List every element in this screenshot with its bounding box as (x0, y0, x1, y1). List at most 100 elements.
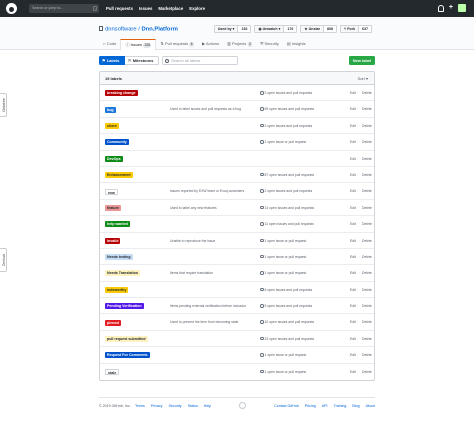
star-count[interactable]: 808 (324, 25, 338, 33)
label-open-count-link[interactable]: 3 open issues and pull requests (260, 85, 312, 101)
footer-link-contact[interactable]: Contact GitHub (274, 404, 299, 408)
label-open-count-link[interactable]: 11 open issues and pull requests (260, 216, 314, 232)
tab-security[interactable]: ⛨ Security (256, 39, 283, 50)
edit-label-button[interactable]: Edit (350, 298, 356, 314)
edit-label-button[interactable]: Edit (350, 314, 356, 330)
footer-link-security[interactable]: Security (169, 404, 182, 408)
delete-label-button[interactable]: Delete (362, 118, 372, 134)
label-badge[interactable]: DevOps (105, 155, 123, 162)
label-badge[interactable]: Community (105, 139, 129, 146)
delete-label-button[interactable]: Delete (362, 265, 372, 281)
label-open-count-link[interactable]: 1 open issue or pull request (260, 347, 306, 363)
tab-actions[interactable]: ▶ Actions (198, 39, 223, 50)
edit-label-button[interactable]: Edit (350, 200, 356, 216)
label-badge[interactable]: noteworthy (105, 286, 129, 293)
footer-link-training[interactable]: Training (334, 404, 347, 408)
label-open-count-link[interactable]: 3 open issues and pull requests (260, 118, 312, 134)
create-new-plus-icon[interactable]: + (449, 4, 453, 12)
delete-label-button[interactable]: Delete (362, 85, 372, 101)
label-open-count-link[interactable]: 2 open issues and pull requests (260, 183, 312, 199)
delete-label-button[interactable]: Delete (362, 167, 372, 183)
label-badge[interactable]: Needs Translation (105, 270, 140, 277)
tab-code[interactable]: ‹› Code (99, 39, 120, 50)
label-open-count-link[interactable]: 65 open issues and pull requests (260, 101, 314, 117)
edit-label-button[interactable]: Edit (350, 249, 356, 265)
delete-label-button[interactable]: Delete (362, 298, 372, 314)
footer-link-status[interactable]: Status (188, 404, 198, 408)
delete-label-button[interactable]: Delete (362, 216, 372, 232)
repo-name-link[interactable]: Dnn.Platform (141, 27, 177, 33)
label-open-count-link[interactable]: 1 open issue or pull request (260, 249, 306, 265)
delete-label-button[interactable]: Delete (362, 200, 372, 216)
label-open-count-link[interactable]: 5 open issues and pull requests (260, 298, 312, 314)
repo-owner-link[interactable]: dnnsoftware (105, 27, 137, 33)
label-open-count-link[interactable]: 10 open issues and pull requests (260, 314, 314, 330)
milestones-button[interactable]: ⚐ Milestones (125, 56, 159, 65)
tab-insights[interactable]: ▤ Insights (283, 39, 310, 50)
footer-link-privacy[interactable]: Privacy (151, 404, 163, 408)
github-mark-icon[interactable] (239, 402, 246, 409)
nav-pull-requests[interactable]: Pull requests (106, 6, 133, 11)
label-badge[interactable]: Needs testing (105, 254, 133, 261)
unwatch-button[interactable]: ◉ Unwatch ▾ (254, 25, 285, 33)
delete-label-button[interactable]: Delete (362, 134, 372, 150)
tab-pull-requests[interactable]: ⇅ Pull requests 6 (156, 39, 198, 50)
label-badge[interactable]: help wanted (105, 221, 130, 228)
label-badge[interactable]: bug (105, 106, 116, 113)
label-badge[interactable]: pinned (105, 319, 121, 326)
edit-label-button[interactable]: Edit (350, 151, 356, 167)
used-by-button[interactable]: Used by ▾ (213, 25, 239, 33)
zenhub-side-tab[interactable]: Zenhub (0, 248, 7, 272)
tab-issues[interactable]: ⓘ Issues 228 (120, 39, 157, 50)
label-open-count-link[interactable]: 1 open issue or pull request (260, 364, 306, 380)
label-badge[interactable]: Enhancement (105, 172, 133, 179)
delete-label-button[interactable]: Delete (362, 331, 372, 347)
edit-label-button[interactable]: Edit (350, 331, 356, 347)
label-search-input[interactable]: Search all labels (162, 56, 238, 65)
global-search-input[interactable]: Search or jump to... / (29, 4, 99, 13)
delete-label-button[interactable]: Delete (362, 364, 372, 380)
edit-label-button[interactable]: Edit (350, 167, 356, 183)
edit-label-button[interactable]: Edit (350, 233, 356, 249)
footer-link-api[interactable]: API (322, 404, 328, 408)
edit-label-button[interactable]: Edit (350, 134, 356, 150)
fork-count[interactable]: 637 (359, 25, 372, 33)
tab-projects[interactable]: ▥ Projects 3 (223, 39, 256, 50)
label-badge[interactable]: pull request submitted (105, 336, 148, 343)
labels-button[interactable]: ⚑ Labels (99, 56, 125, 65)
edit-label-button[interactable]: Edit (350, 282, 356, 298)
unstar-button[interactable]: ★ Unstar (300, 25, 325, 33)
footer-link-pricing[interactable]: Pricing (305, 404, 316, 408)
edit-label-button[interactable]: Edit (350, 347, 356, 363)
nav-marketplace[interactable]: Marketplace (158, 6, 183, 11)
edit-label-button[interactable]: Edit (350, 364, 356, 380)
footer-link-terms[interactable]: Terms (135, 404, 145, 408)
sort-dropdown[interactable]: Sort ▾ (358, 72, 368, 85)
delete-label-button[interactable]: Delete (362, 101, 372, 117)
fork-button[interactable]: ⑂ Fork (340, 25, 359, 33)
notifications-bell-icon[interactable] (437, 4, 444, 12)
delete-label-button[interactable]: Delete (362, 183, 372, 199)
footer-link-blog[interactable]: Blog (352, 404, 359, 408)
edit-label-button[interactable]: Edit (350, 265, 356, 281)
github-logo-icon[interactable] (6, 3, 17, 14)
nav-issues[interactable]: Issues (139, 6, 152, 11)
label-badge[interactable]: stale (105, 368, 120, 375)
edit-label-button[interactable]: Edit (350, 216, 356, 232)
label-open-count-link[interactable]: 6 open issues and pull requests (260, 282, 312, 298)
delete-label-button[interactable]: Delete (362, 249, 372, 265)
label-badge[interactable]: feature (105, 204, 121, 211)
footer-link-about[interactable]: About (366, 404, 375, 408)
delete-label-button[interactable]: Delete (362, 233, 372, 249)
edit-label-button[interactable]: Edit (350, 183, 356, 199)
label-open-count-link[interactable]: 1 open issue or pull request (260, 134, 306, 150)
edit-label-button[interactable]: Edit (350, 101, 356, 117)
used-by-count[interactable]: 152 (238, 25, 252, 33)
new-label-button[interactable]: New label (349, 56, 375, 65)
label-badge[interactable]: chore (105, 122, 119, 129)
label-badge[interactable]: Invalid (105, 237, 121, 244)
label-open-count-link[interactable]: 14 open issues and pull requests (260, 200, 314, 216)
label-badge[interactable]: Request For Comments (105, 352, 150, 359)
watch-count[interactable]: 176 (284, 25, 298, 33)
label-badge[interactable]: Pending Verification (105, 303, 144, 310)
